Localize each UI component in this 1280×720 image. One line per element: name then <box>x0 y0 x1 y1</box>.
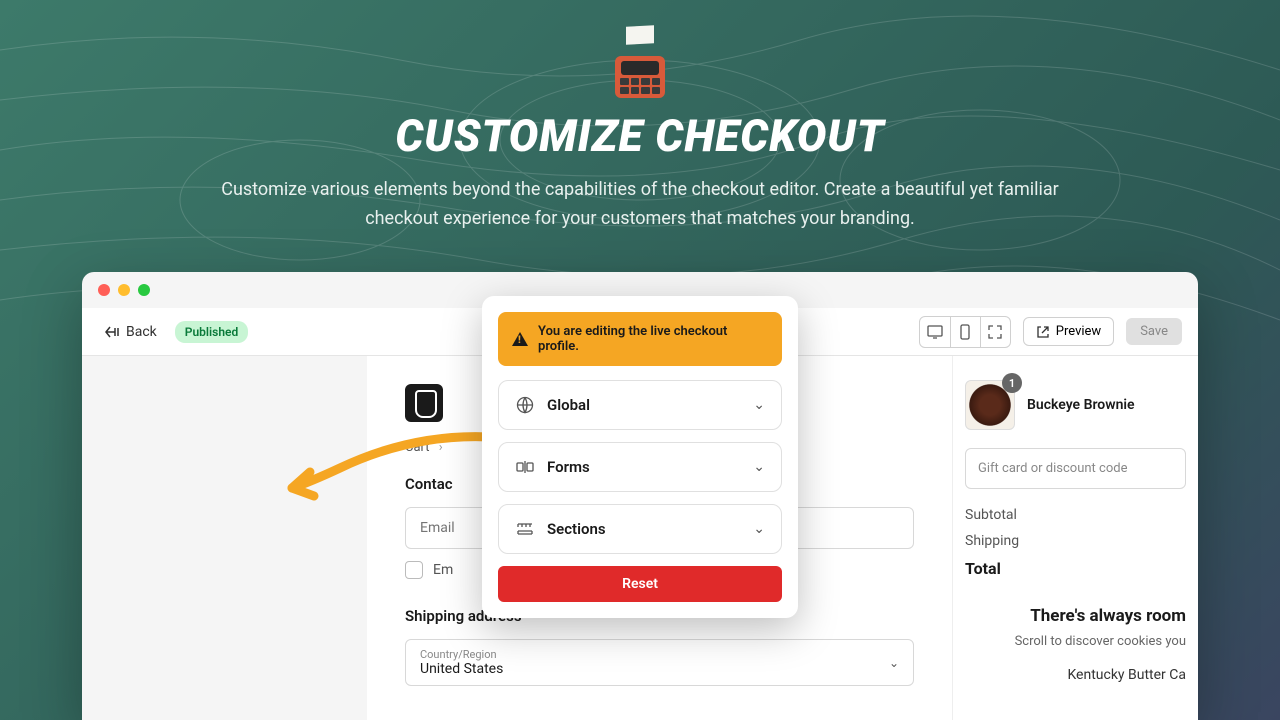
newsletter-label: Em <box>433 562 453 578</box>
promo-title: There's always room <box>965 606 1186 626</box>
global-label: Global <box>547 396 741 414</box>
back-label: Back <box>126 324 157 340</box>
cart-item: 1 Buckeye Brownie <box>965 380 1198 430</box>
alert-text: You are editing the live checkout profil… <box>538 324 768 354</box>
globe-icon <box>515 395 535 415</box>
order-summary: 1 Buckeye Brownie Gift card or discount … <box>952 356 1198 720</box>
country-select[interactable]: Country/Region United States ⌄ <box>405 639 914 686</box>
forms-label: Forms <box>547 458 741 476</box>
product-image: 1 <box>965 380 1015 430</box>
quantity-badge: 1 <box>1002 373 1022 393</box>
chevron-down-icon: ⌄ <box>753 459 765 475</box>
forms-accordion[interactable]: Forms ⌄ <box>498 442 782 492</box>
discount-input[interactable]: Gift card or discount code <box>965 448 1186 489</box>
global-accordion[interactable]: Global ⌄ <box>498 380 782 430</box>
total-row: Total <box>965 559 1198 578</box>
back-button[interactable]: Back <box>98 320 163 344</box>
hero-subtitle: Customize various elements beyond the ca… <box>220 176 1060 234</box>
chevron-down-icon: ⌄ <box>889 656 899 670</box>
external-link-icon <box>1036 325 1050 339</box>
chevron-right-icon: › <box>439 440 443 455</box>
sections-label: Sections <box>547 520 741 538</box>
subtotal-row: Subtotal <box>965 507 1198 523</box>
promo-subtitle: Scroll to discover cookies you <box>965 634 1186 649</box>
fullscreen-view-button[interactable] <box>980 317 1010 347</box>
desktop-view-button[interactable] <box>920 317 950 347</box>
device-toggle-group <box>919 316 1011 348</box>
breadcrumb-cart[interactable]: Cart <box>405 440 430 455</box>
hero-section: CUSTOMIZE CHECKOUT Customize various ele… <box>0 0 1280 234</box>
preview-button[interactable]: Preview <box>1023 317 1114 346</box>
reset-button[interactable]: Reset <box>498 566 782 602</box>
product-name: Buckeye Brownie <box>1027 397 1135 413</box>
sections-icon <box>515 519 535 539</box>
hero-title: CUSTOMIZE CHECKOUT <box>0 110 1280 162</box>
preview-label: Preview <box>1056 324 1101 339</box>
minimize-icon[interactable] <box>118 284 130 296</box>
save-button[interactable]: Save <box>1126 318 1182 345</box>
promo-item-name: Kentucky Butter Ca <box>965 667 1186 683</box>
settings-popup: You are editing the live checkout profil… <box>482 296 798 618</box>
store-logo-icon <box>405 384 443 422</box>
country-value: United States <box>420 661 899 677</box>
published-badge: Published <box>175 321 248 343</box>
country-label: Country/Region <box>420 648 899 661</box>
pos-terminal-icon <box>610 38 670 98</box>
forms-icon <box>515 457 535 477</box>
close-icon[interactable] <box>98 284 110 296</box>
shipping-row: Shipping <box>965 533 1198 549</box>
chevron-down-icon: ⌄ <box>753 397 765 413</box>
back-arrow-icon <box>104 324 120 340</box>
promo-section: There's always room Scroll to discover c… <box>965 606 1198 683</box>
warning-alert: You are editing the live checkout profil… <box>498 312 782 366</box>
maximize-icon[interactable] <box>138 284 150 296</box>
left-pane <box>82 356 367 720</box>
chevron-down-icon: ⌄ <box>753 521 765 537</box>
warning-icon <box>512 332 528 346</box>
checkbox-icon <box>405 561 423 579</box>
mobile-view-button[interactable] <box>950 317 980 347</box>
sections-accordion[interactable]: Sections ⌄ <box>498 504 782 554</box>
